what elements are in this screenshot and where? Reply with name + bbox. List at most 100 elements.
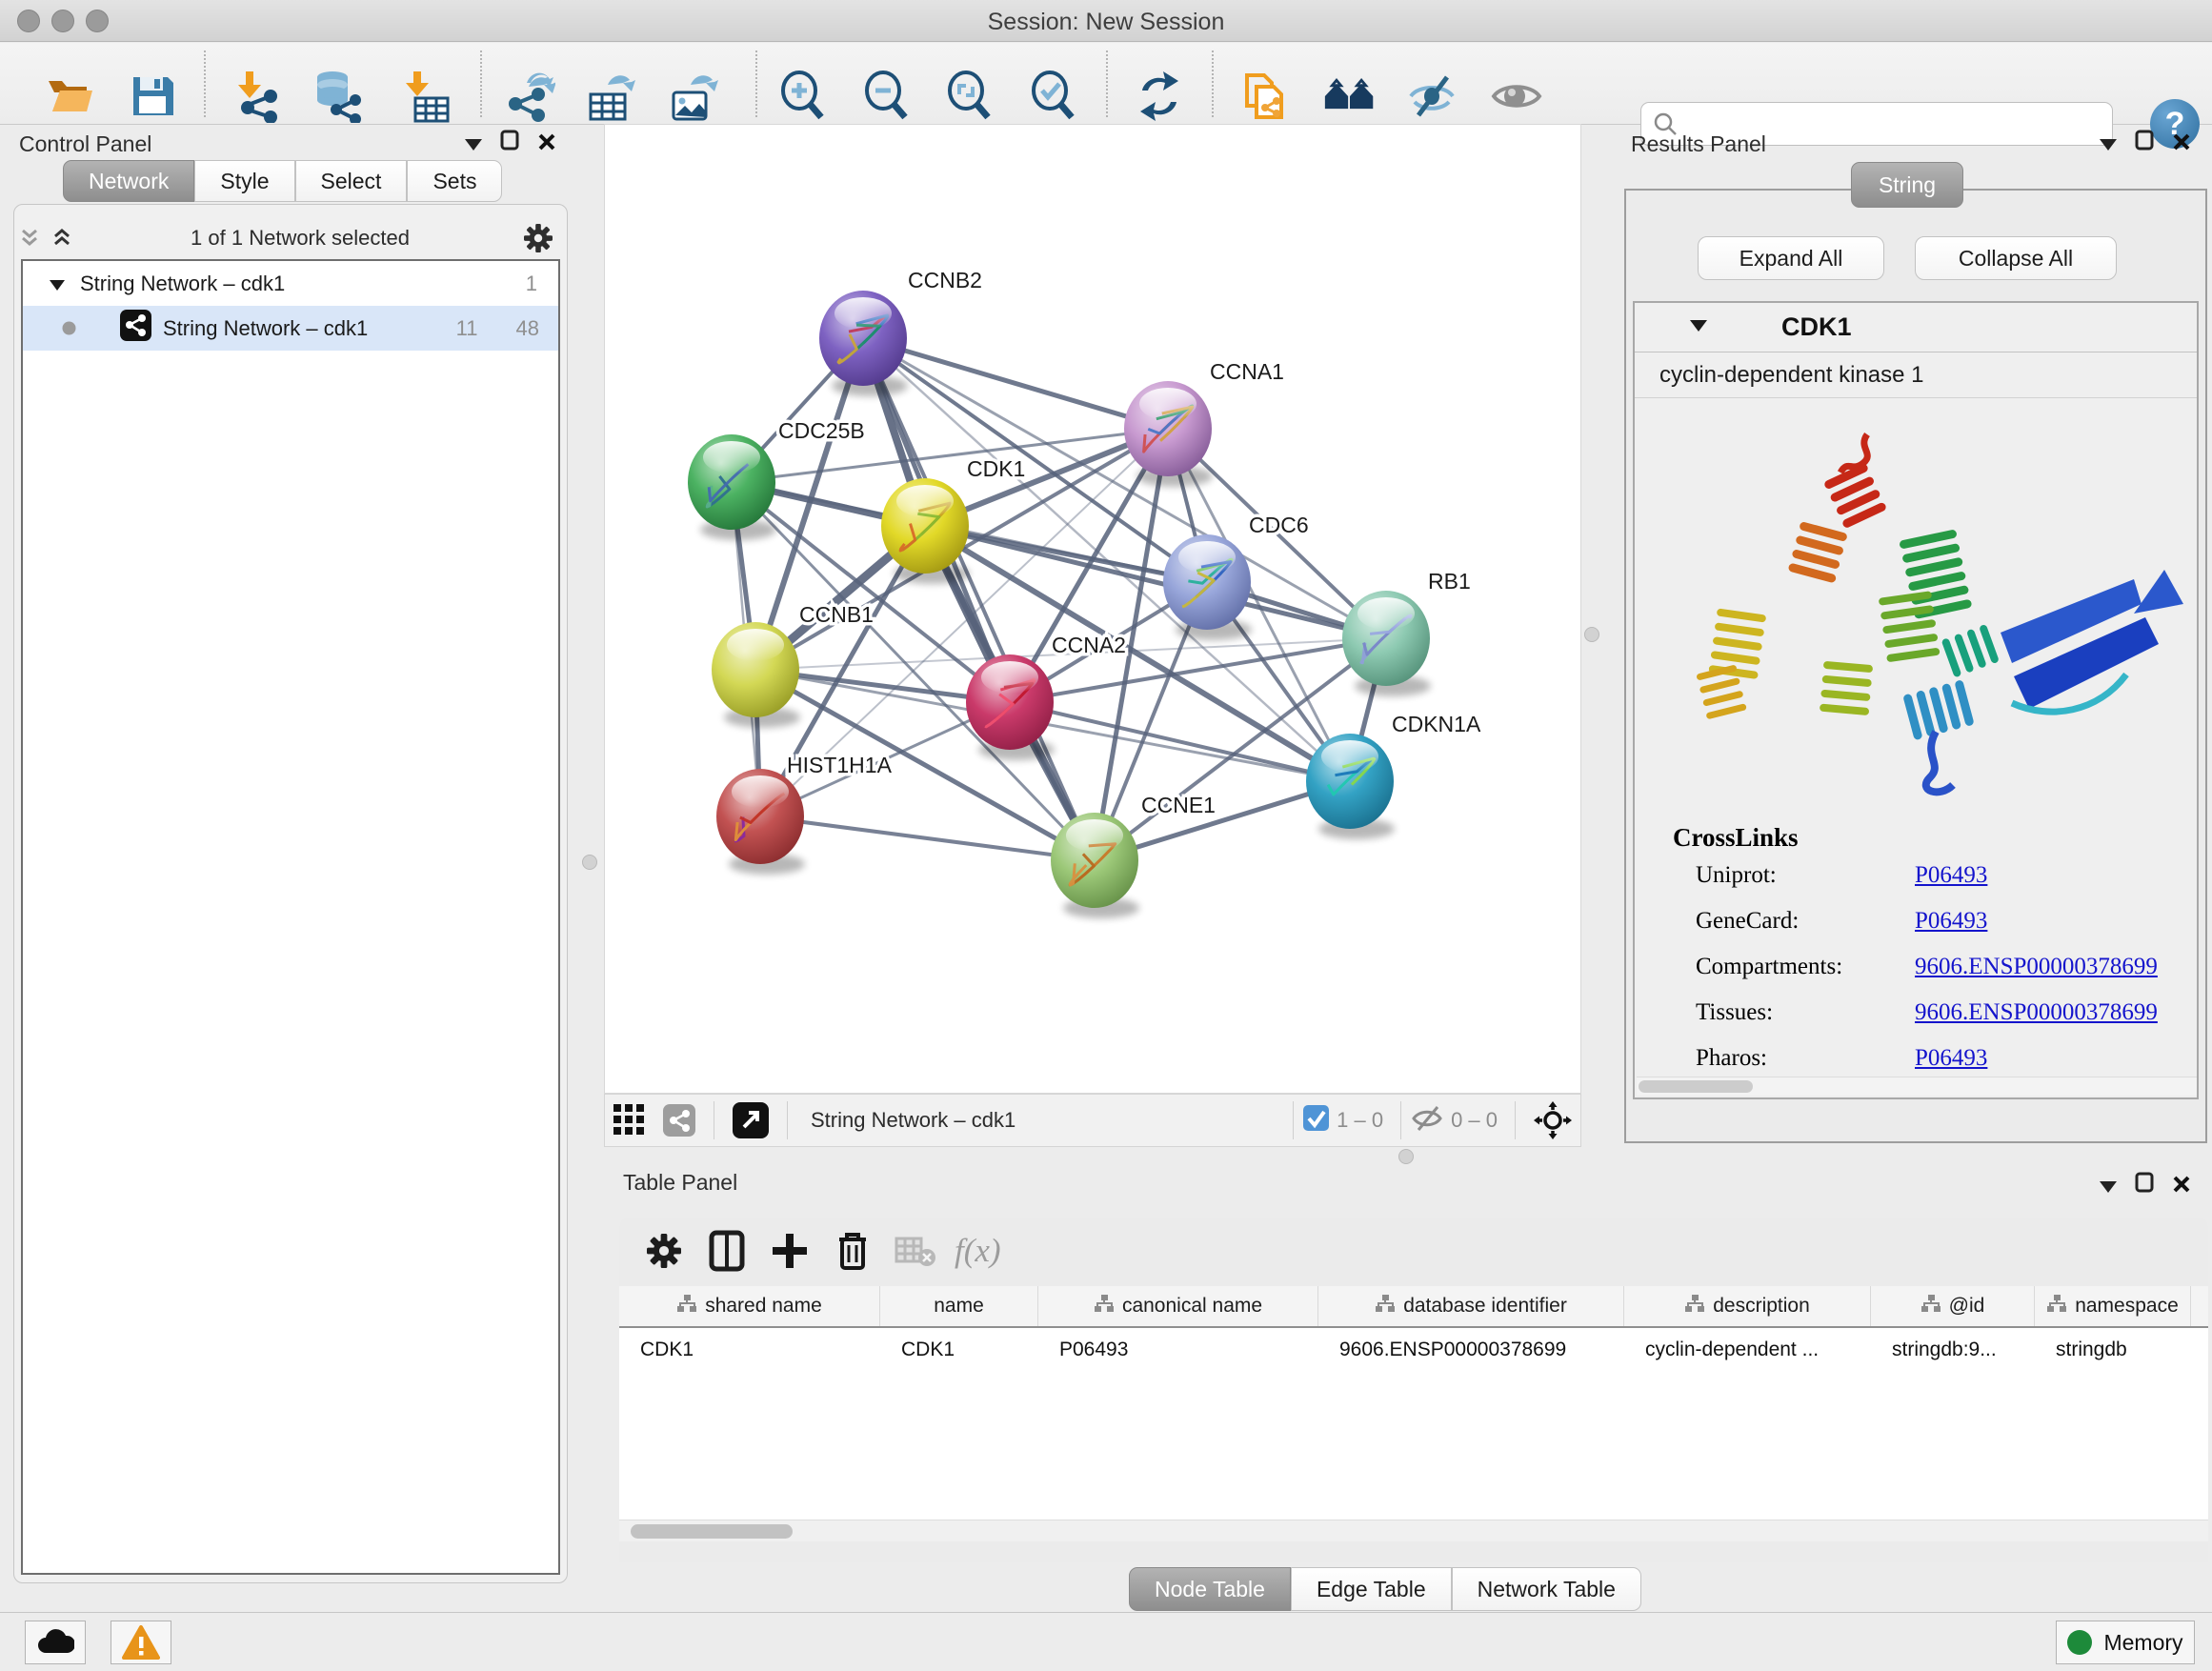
export-image-icon[interactable] — [666, 70, 719, 123]
export-table-icon[interactable] — [583, 70, 636, 123]
tab-sets[interactable]: Sets — [407, 160, 502, 202]
node-label: CDC6 — [1249, 513, 1309, 537]
tab-edge-table[interactable]: Edge Table — [1291, 1567, 1452, 1611]
node-rb1[interactable]: RB1 — [1342, 569, 1471, 696]
cloud-icon[interactable] — [25, 1621, 86, 1664]
tab-network[interactable]: Network — [63, 160, 194, 202]
string-network-icon — [120, 310, 151, 347]
show-columns-icon[interactable] — [695, 1224, 758, 1278]
status-divider — [1515, 1101, 1516, 1139]
network-options-gear-icon[interactable] — [522, 224, 554, 252]
export-network-icon[interactable] — [502, 70, 555, 123]
tree-expand-icon[interactable] — [23, 272, 65, 296]
protein-card-header[interactable]: CDK1 — [1635, 303, 2197, 352]
left-splitter-handle[interactable] — [582, 855, 597, 870]
crosslink-link[interactable]: P06493 — [1915, 862, 1987, 889]
selected-checkbox-icon[interactable] — [1303, 1105, 1329, 1136]
column-header-database-identifier[interactable]: database identifier — [1318, 1286, 1624, 1326]
node-label: CCNE1 — [1141, 793, 1216, 817]
node-hist1h1a[interactable]: HIST1H1A — [716, 753, 893, 875]
bottom-splitter-handle[interactable] — [1398, 1149, 1414, 1164]
table-options-gear-icon[interactable] — [633, 1224, 695, 1278]
node-ccnb2[interactable]: CCNB2 — [819, 268, 982, 396]
delete-table-icon — [884, 1224, 947, 1278]
hide-selected-icon[interactable] — [1405, 70, 1458, 123]
node-ccne1[interactable]: CCNE1 — [1051, 793, 1216, 918]
clone-network-icon[interactable] — [1239, 70, 1293, 123]
node-ccna1[interactable]: CCNA1 — [1124, 359, 1284, 487]
zoom-selected-icon[interactable] — [1027, 70, 1080, 123]
table-cell[interactable]: CDK1 — [880, 1328, 1038, 1372]
table-toolbar: f(x) — [619, 1218, 2208, 1284]
tab-node-table[interactable]: Node Table — [1129, 1567, 1291, 1611]
node-label: CDK1 — [967, 456, 1025, 481]
network-canvas[interactable]: CCNB2CCNA1CDC25BCDK1CDC6RB1CCNB1CCNA2CDK… — [604, 124, 1581, 1094]
expand-all-button[interactable]: Expand All — [1698, 236, 1884, 280]
node-cdc25b[interactable]: CDC25B — [688, 418, 865, 540]
table-row[interactable]: CDK1CDK1P064939606.ENSP00000378699cyclin… — [619, 1328, 2208, 1372]
table-horizontal-scrollbar[interactable] — [619, 1520, 2208, 1541]
close-icon[interactable] — [531, 128, 563, 156]
collapse-triangle-icon[interactable] — [1690, 319, 1707, 336]
node-selection-mode-icon[interactable] — [1525, 1094, 1580, 1147]
tab-string[interactable]: String — [1851, 162, 1963, 208]
column-header-namespace[interactable]: namespace — [2035, 1286, 2191, 1326]
grid-view-icon[interactable] — [605, 1094, 654, 1147]
column-header--id[interactable]: @id — [1871, 1286, 2035, 1326]
zoom-fit-icon[interactable] — [943, 70, 996, 123]
table-cell[interactable]: 9606.ENSP00000378699 — [1318, 1328, 1624, 1372]
zoom-out-icon[interactable] — [860, 70, 914, 123]
float-window-icon[interactable] — [493, 126, 526, 154]
network-row[interactable]: String Network – cdk1 11 48 — [23, 306, 558, 351]
delete-column-icon[interactable] — [821, 1224, 884, 1278]
close-icon[interactable] — [2165, 1170, 2198, 1198]
network-collection-row[interactable]: String Network – cdk1 1 — [23, 261, 558, 306]
memory-button[interactable]: Memory — [2056, 1621, 2195, 1664]
add-column-icon[interactable] — [758, 1224, 821, 1278]
save-session-icon[interactable] — [126, 70, 179, 123]
first-neighbors-icon[interactable] — [1323, 70, 1377, 123]
tab-style[interactable]: Style — [194, 160, 294, 202]
crosslink-link[interactable]: P06493 — [1915, 908, 1987, 935]
float-window-icon[interactable] — [2128, 1168, 2161, 1197]
zoom-in-icon[interactable] — [776, 70, 830, 123]
collapse-all-chevron-icon[interactable] — [46, 224, 78, 252]
crosslink-link[interactable]: 9606.ENSP00000378699 — [1915, 999, 2158, 1026]
panel-menu-icon[interactable] — [2092, 131, 2124, 159]
node-cdkn1a[interactable]: CDKN1A — [1306, 712, 1481, 839]
table-cell[interactable]: cyclin-dependent ... — [1624, 1328, 1871, 1372]
float-window-icon[interactable] — [2128, 126, 2161, 154]
network-edges[interactable] — [732, 338, 1386, 860]
table-cell[interactable]: P06493 — [1038, 1328, 1318, 1372]
tab-select[interactable]: Select — [295, 160, 408, 202]
detach-view-icon[interactable] — [724, 1094, 777, 1147]
protein-card: CDK1 cyclin-dependent kinase 1 CrossLink… — [1633, 301, 2199, 1099]
network-birdseye-icon[interactable] — [654, 1094, 704, 1147]
warning-icon[interactable] — [111, 1621, 171, 1664]
panel-menu-icon[interactable] — [457, 131, 490, 159]
panel-menu-icon[interactable] — [2092, 1173, 2124, 1201]
column-header-shared-name[interactable]: shared name — [619, 1286, 880, 1326]
import-network-file-icon[interactable] — [231, 70, 284, 123]
crosslink-link[interactable]: P06493 — [1915, 1045, 1987, 1072]
table-cell[interactable]: stringdb:9... — [1871, 1328, 2035, 1372]
column-header-description[interactable]: description — [1624, 1286, 1871, 1326]
show-all-icon[interactable] — [1490, 70, 1543, 123]
main-toolbar: ? — [0, 43, 2212, 125]
tab-network-table[interactable]: Network Table — [1452, 1567, 1641, 1611]
collapse-all-button[interactable]: Collapse All — [1915, 236, 2117, 280]
column-header-name[interactable]: name — [880, 1286, 1038, 1326]
card-horizontal-scrollbar[interactable] — [1637, 1077, 2197, 1096]
table-cell[interactable]: stringdb — [2035, 1328, 2191, 1372]
crosslink-link[interactable]: 9606.ENSP00000378699 — [1915, 954, 2158, 980]
table-cell[interactable]: CDK1 — [619, 1328, 880, 1372]
apply-layout-icon[interactable] — [1133, 70, 1186, 123]
import-network-database-icon[interactable] — [312, 70, 365, 123]
column-header-canonical-name[interactable]: canonical name — [1038, 1286, 1318, 1326]
right-splitter-handle[interactable] — [1584, 627, 1599, 642]
close-icon[interactable] — [2165, 128, 2198, 156]
import-table-icon[interactable] — [400, 70, 453, 123]
expand-all-chevron-icon[interactable] — [13, 224, 46, 252]
open-session-icon[interactable] — [43, 70, 96, 123]
function-builder-icon: f(x) — [955, 1232, 1001, 1270]
